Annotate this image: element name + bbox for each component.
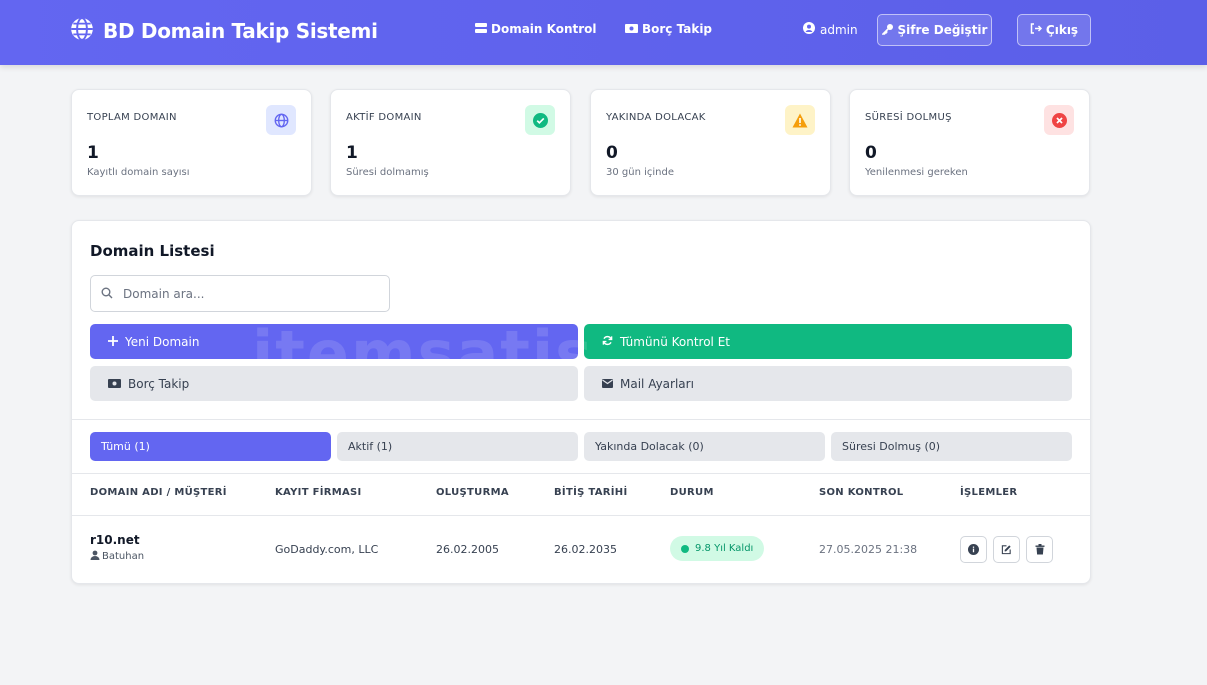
stat-card-expired: SÜRESİ DOLMUŞ 0 Yenilenmesi gereken [849, 89, 1090, 196]
search-icon [101, 284, 113, 303]
column-header-created: OLUŞTURMA [436, 487, 509, 498]
column-header-last-check: SON KONTROL [819, 487, 904, 498]
info-button[interactable] [960, 536, 987, 563]
tab-expiring-soon[interactable]: Yakında Dolacak (0) [584, 432, 825, 461]
delete-button[interactable] [1026, 536, 1053, 563]
check-circle-icon [525, 105, 555, 135]
brand-title: BD Domain Takip Sistemi [103, 19, 378, 43]
debt-tracking-button[interactable]: Borç Takip [90, 366, 578, 401]
sign-out-icon [1030, 23, 1042, 37]
stat-label: SÜRESİ DOLMUŞ [865, 112, 952, 123]
stat-value: 0 [865, 143, 877, 163]
brand[interactable]: BD Domain Takip Sistemi [69, 16, 378, 46]
column-header-registrar: KAYIT FİRMASI [275, 487, 362, 498]
created-date: 26.02.2005 [436, 543, 499, 556]
user-icon [90, 550, 100, 563]
status-dot [681, 544, 689, 553]
stat-label: AKTİF DOMAIN [346, 112, 422, 123]
stat-label: YAKINDA DOLACAK [606, 112, 706, 123]
edit-button[interactable] [993, 536, 1020, 563]
stat-sub: Yenilenmesi gereken [865, 167, 968, 178]
stat-label: TOPLAM DOMAIN [87, 112, 177, 123]
mail-settings-button[interactable]: Mail Ayarları [584, 366, 1072, 401]
search-input[interactable] [123, 286, 363, 301]
customer: Batuhan [90, 550, 144, 563]
nav-borc-takip-label: Borç Takip [642, 22, 713, 36]
panel-title: Domain Listesi [90, 242, 215, 260]
column-header-actions: İŞLEMLER [960, 487, 1018, 498]
tab-expired[interactable]: Süresi Dolmuş (0) [831, 432, 1072, 461]
change-password-button[interactable]: Şifre Değiştir [877, 14, 992, 46]
debt-tracking-label: Borç Takip [128, 376, 190, 391]
new-domain-label: Yeni Domain [125, 334, 200, 349]
logout-button[interactable]: Çıkış [1017, 14, 1091, 46]
trash-icon [1035, 540, 1045, 559]
new-domain-button[interactable]: Yeni Domain [90, 324, 578, 359]
plus-icon [108, 335, 118, 349]
user-menu[interactable]: admin [803, 22, 858, 37]
stat-value: 1 [87, 143, 99, 163]
tab-all[interactable]: Tümü (1) [90, 432, 331, 461]
stat-card-soon: YAKINDA DOLACAK 0 30 gün içinde [590, 89, 831, 196]
top-navbar: BD Domain Takip Sistemi Domain Kontrol B… [0, 0, 1207, 65]
sync-icon [602, 335, 613, 349]
divider [72, 419, 1090, 420]
last-check: 27.05.2025 21:38 [819, 543, 918, 556]
globe-icon [69, 16, 95, 46]
mail-settings-label: Mail Ayarları [620, 376, 694, 391]
logout-label: Çıkış [1045, 23, 1079, 37]
nav-domain-kontrol[interactable]: Domain Kontrol [475, 22, 597, 36]
domain-list-panel: Domain Listesi Yeni Domain Tümünü Kontro… [71, 220, 1091, 584]
status-badge: 9.8 Yıl Kaldı [670, 536, 765, 561]
info-icon [968, 540, 979, 559]
times-circle-icon [1044, 105, 1074, 135]
column-header-status: DURUM [670, 487, 714, 498]
envelope-icon [602, 377, 613, 391]
user-circle-icon [803, 22, 815, 37]
registrar: GoDaddy.com, LLC [275, 543, 379, 556]
check-all-button[interactable]: Tümünü Kontrol Et [584, 324, 1072, 359]
stat-sub: 30 gün içinde [606, 167, 674, 178]
domain-name[interactable]: r10.net [90, 533, 140, 547]
nav-domain-kontrol-label: Domain Kontrol [491, 22, 597, 36]
check-all-label: Tümünü Kontrol Et [620, 334, 730, 349]
customer-name: Batuhan [102, 551, 145, 562]
edit-icon [1001, 540, 1012, 559]
stat-sub: Süresi dolmamış [346, 167, 429, 178]
warning-icon [785, 105, 815, 135]
money-bill-icon [625, 22, 638, 36]
column-header-expires: BİTİŞ TARİHİ [554, 487, 628, 498]
tab-active[interactable]: Aktif (1) [337, 432, 578, 461]
stat-value: 0 [606, 143, 618, 163]
username: admin [820, 22, 858, 37]
stat-sub: Kayıtlı domain sayısı [87, 167, 190, 178]
nav-borc-takip[interactable]: Borç Takip [625, 22, 712, 36]
column-header-domain: DOMAIN ADI / MÜŞTERİ [90, 487, 227, 498]
stat-value: 1 [346, 143, 358, 163]
status-text: 9.8 Yıl Kaldı [695, 543, 754, 554]
divider [72, 473, 1090, 474]
globe-icon [266, 105, 296, 135]
stat-card-total: TOPLAM DOMAIN 1 Kayıtlı domain sayısı [71, 89, 312, 196]
key-icon [880, 23, 894, 38]
divider [72, 515, 1090, 516]
money-bill-icon [108, 377, 121, 391]
search-box[interactable] [90, 275, 390, 312]
change-password-label: Şifre Değiştir [897, 23, 988, 37]
server-icon [475, 22, 487, 36]
stat-card-active: AKTİF DOMAIN 1 Süresi dolmamış [330, 89, 571, 196]
expiry-date: 26.02.2035 [554, 543, 617, 556]
